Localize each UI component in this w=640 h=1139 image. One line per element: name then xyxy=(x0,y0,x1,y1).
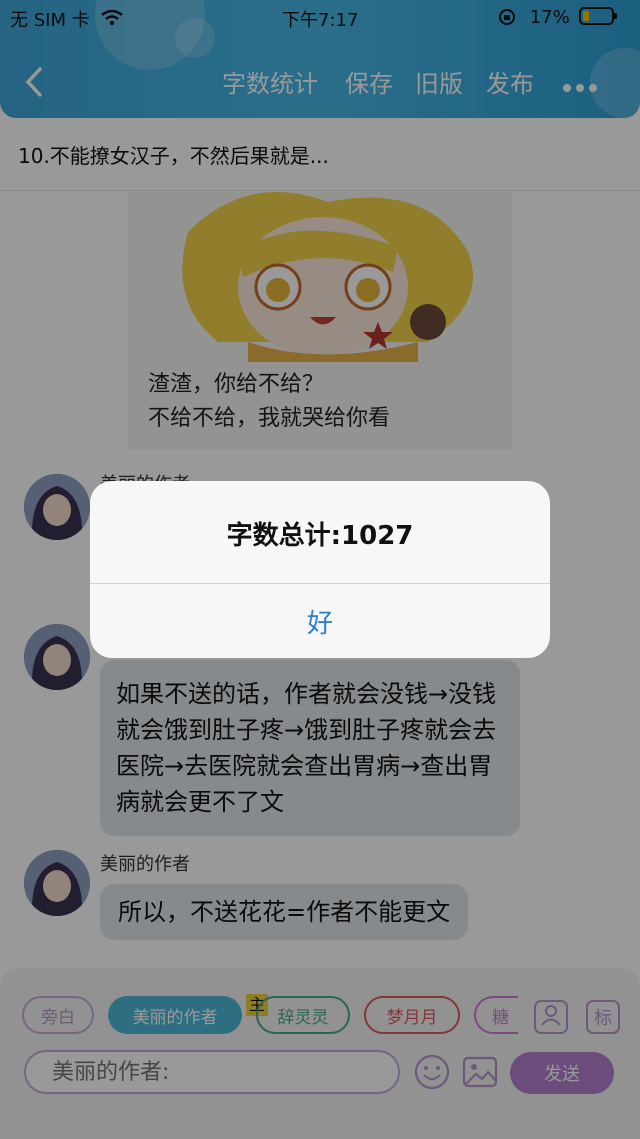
word-count-alert: 字数总计:1027 好 xyxy=(90,481,550,658)
alert-ok-button[interactable]: 好 xyxy=(90,584,550,658)
alert-title: 字数总计:1027 xyxy=(226,521,414,551)
